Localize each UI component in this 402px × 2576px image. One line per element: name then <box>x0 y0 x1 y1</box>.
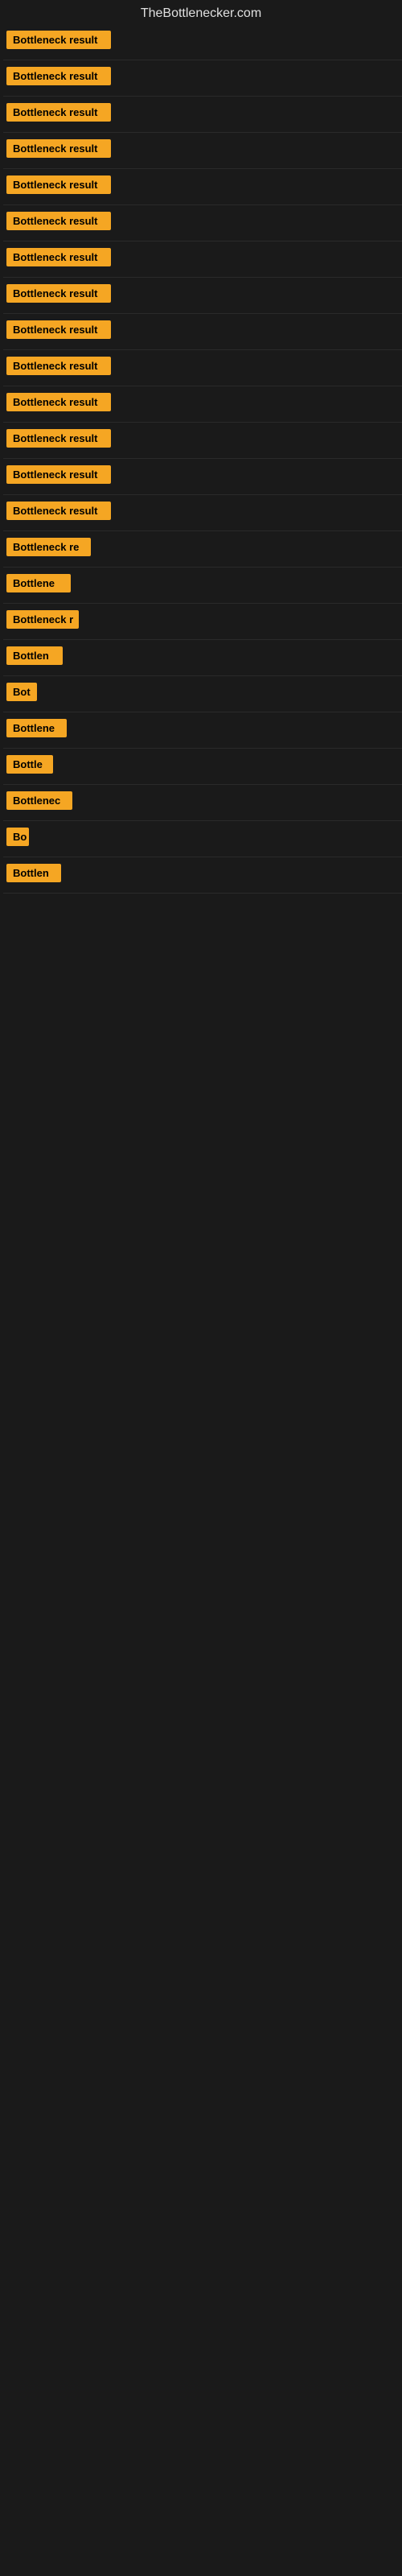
bottleneck-result-bar[interactable]: Bottlen <box>6 646 63 665</box>
bottleneck-result-bar[interactable]: Bottleneck result <box>6 357 111 375</box>
bar-row: Bottleneck result <box>3 60 402 97</box>
bar-row: Bo <box>3 821 402 857</box>
bar-row: Bottleneck r <box>3 604 402 640</box>
bar-row: Bottleneck result <box>3 423 402 459</box>
bar-row: Bottleneck result <box>3 459 402 495</box>
bottleneck-result-bar[interactable]: Bo <box>6 828 29 846</box>
bar-row: Bottleneck result <box>3 24 402 60</box>
bar-row: Bottleneck result <box>3 133 402 169</box>
bottleneck-result-bar[interactable]: Bottleneck result <box>6 502 111 520</box>
bottleneck-result-bar[interactable]: Bottleneck result <box>6 67 111 85</box>
bottleneck-result-bar[interactable]: Bottleneck result <box>6 393 111 411</box>
bar-row: Bottleneck result <box>3 242 402 278</box>
bar-row: Bottleneck result <box>3 314 402 350</box>
bar-row: Bottlen <box>3 640 402 676</box>
bottleneck-result-bar[interactable]: Bottleneck result <box>6 284 111 303</box>
bar-row: Bottleneck result <box>3 350 402 386</box>
bar-row: Bottleneck result <box>3 386 402 423</box>
bottleneck-result-bar[interactable]: Bottleneck re <box>6 538 91 556</box>
chart-area: Bottleneck result Bottleneck result Bottle… <box>0 24 402 894</box>
bar-row: Bottleneck result <box>3 169 402 205</box>
bar-row: Bottleneck result <box>3 495 402 531</box>
bottleneck-result-bar[interactable]: Bottleneck result <box>6 320 111 339</box>
bar-row: Bottleneck result <box>3 278 402 314</box>
site-title: TheBottlenecker.com <box>0 0 402 24</box>
bar-row: Bottlen <box>3 857 402 894</box>
bar-row: Bot <box>3 676 402 712</box>
bottleneck-result-bar[interactable]: Bot <box>6 683 37 701</box>
bottleneck-result-bar[interactable]: Bottleneck result <box>6 248 111 266</box>
bottleneck-result-bar[interactable]: Bottlenec <box>6 791 72 810</box>
bar-row: Bottlene <box>3 568 402 604</box>
bottleneck-result-bar[interactable]: Bottleneck result <box>6 175 111 194</box>
bottleneck-result-bar[interactable]: Bottleneck result <box>6 212 111 230</box>
bar-row: Bottlenec <box>3 785 402 821</box>
bar-row: Bottlene <box>3 712 402 749</box>
bottleneck-result-bar[interactable]: Bottlen <box>6 864 61 882</box>
bar-row: Bottleneck result <box>3 205 402 242</box>
bottleneck-result-bar[interactable]: Bottlene <box>6 574 71 592</box>
bottleneck-result-bar[interactable]: Bottleneck result <box>6 31 111 49</box>
bottleneck-result-bar[interactable]: Bottlene <box>6 719 67 737</box>
bottleneck-result-bar[interactable]: Bottleneck result <box>6 465 111 484</box>
bottleneck-result-bar[interactable]: Bottleneck result <box>6 429 111 448</box>
bar-row: Bottleneck re <box>3 531 402 568</box>
bar-row: Bottle <box>3 749 402 785</box>
bottleneck-result-bar[interactable]: Bottleneck r <box>6 610 79 629</box>
bottleneck-result-bar[interactable]: Bottleneck result <box>6 139 111 158</box>
bottleneck-result-bar[interactable]: Bottleneck result <box>6 103 111 122</box>
bottleneck-result-bar[interactable]: Bottle <box>6 755 53 774</box>
page-container: TheBottlenecker.com Bottleneck resultBot… <box>0 0 402 894</box>
bar-row: Bottleneck result <box>3 97 402 133</box>
